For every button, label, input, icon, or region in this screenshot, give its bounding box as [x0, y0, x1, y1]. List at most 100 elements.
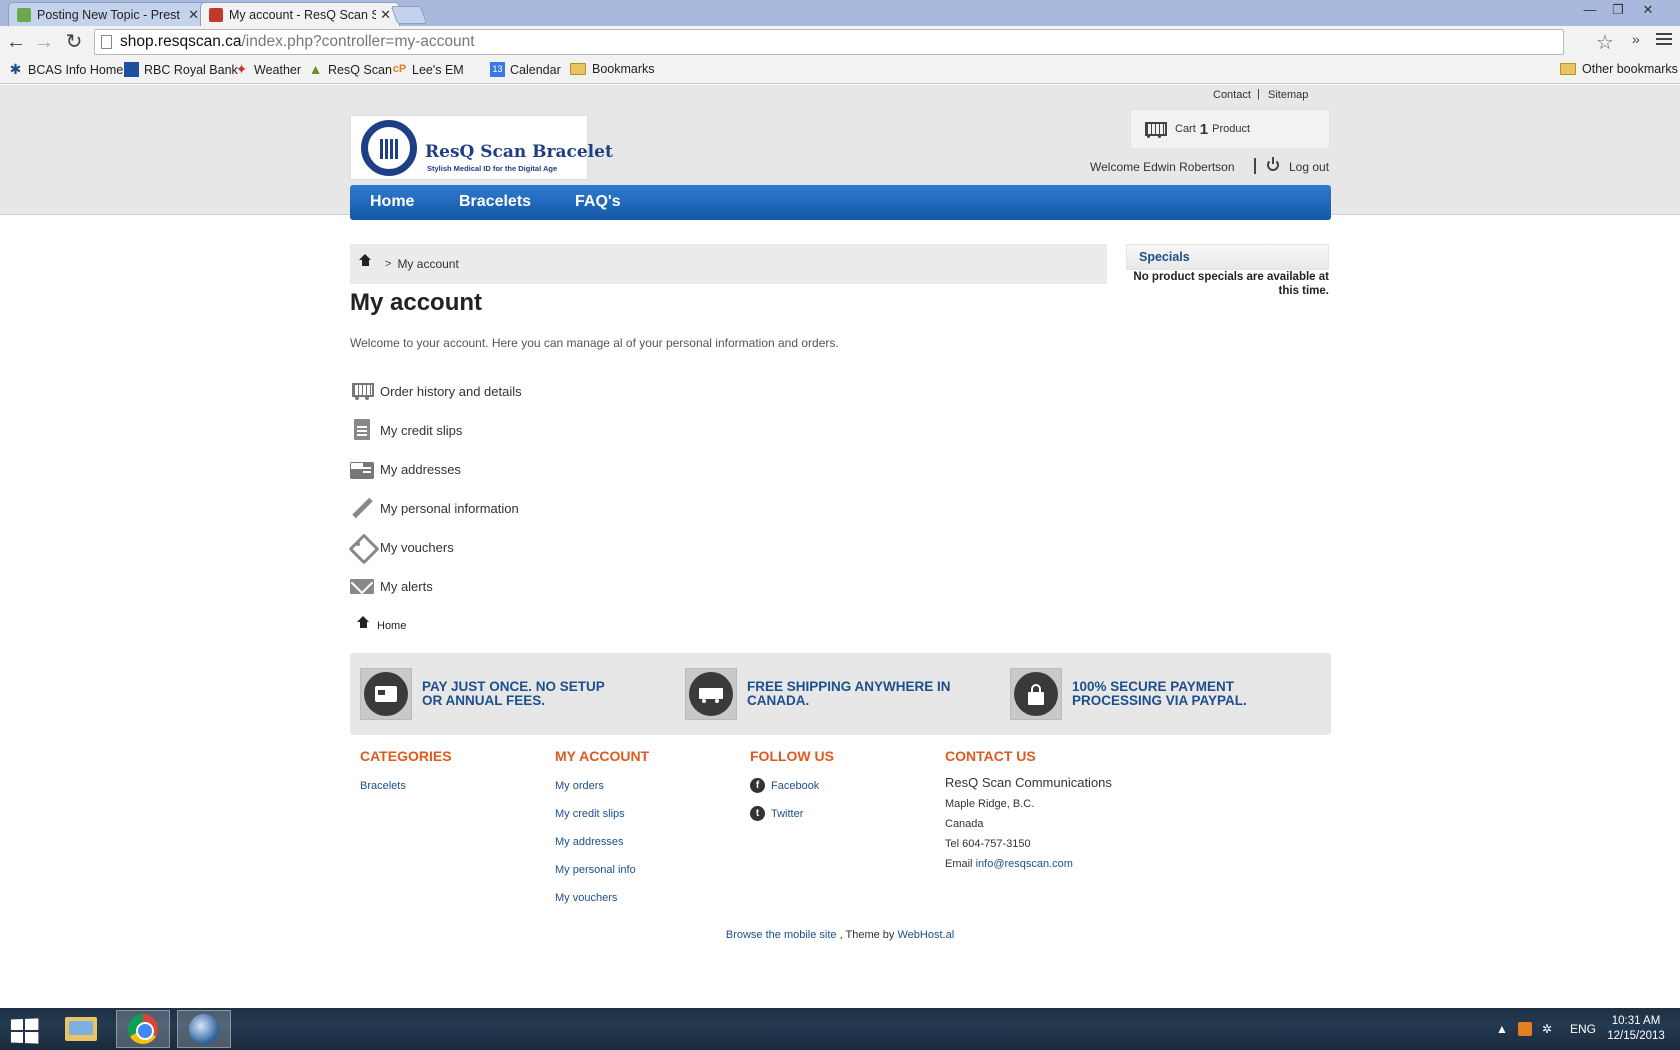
bookmark-lees-em[interactable]: cP Lee's EM	[392, 62, 464, 77]
nav-faqs[interactable]: FAQ's	[575, 193, 621, 211]
alerts-link[interactable]: My alerts	[350, 574, 433, 598]
tab-title: My account - ResQ Scan S	[229, 7, 377, 22]
contact-city: Maple Ridge, B.C.	[945, 798, 1035, 810]
browser-menu-icon[interactable]	[1656, 33, 1672, 48]
input-language[interactable]: ENG	[1570, 1022, 1596, 1036]
mobile-site-link[interactable]: Browse the mobile site	[726, 929, 837, 941]
bookmark-resq-scan[interactable]: ▲ ResQ Scan	[308, 62, 392, 77]
footer-bottom-line: Browse the mobile site , Theme by WebHos…	[0, 929, 1680, 941]
footer-link-addresses[interactable]: My addresses	[555, 836, 623, 848]
thunderbird-taskbar-button[interactable]	[177, 1010, 231, 1048]
account-item-label: My alerts	[380, 578, 433, 594]
cart-unit: Product	[1212, 123, 1251, 135]
bookmark-label: BCAS Info Home	[28, 62, 124, 77]
pencil-icon	[350, 497, 374, 519]
footer-categories-title: CATEGORIES	[360, 748, 452, 764]
twitter-link[interactable]: t Twitter	[750, 806, 803, 821]
personal-information-link[interactable]: My personal information	[350, 496, 519, 520]
new-tab-button[interactable]	[390, 6, 428, 24]
contact-link[interactable]: Contact	[1213, 89, 1251, 101]
bookmark-label: Calendar	[510, 62, 561, 77]
windows-taskbar: ▲ ✲ ENG 10:31 AM 12/15/2013	[0, 1008, 1680, 1050]
extensions-chevron-icon[interactable]: »	[1632, 31, 1640, 47]
contact-country: Canada	[945, 818, 984, 830]
footer-link-bracelets[interactable]: Bracelets	[360, 780, 406, 792]
header-divider	[1254, 158, 1256, 174]
site-logo[interactable]: ResQ Scan Bracelet Stylish Medical ID fo…	[350, 115, 613, 180]
facebook-link[interactable]: f Facebook	[750, 778, 819, 793]
address-bar[interactable]: shop.resqscan.ca/index.php?controller=my…	[94, 29, 1564, 55]
minimize-window-icon[interactable]: —	[1578, 2, 1602, 20]
close-tab-icon[interactable]: ✕	[380, 7, 391, 23]
order-history-link[interactable]: Order history and details	[350, 379, 522, 403]
vouchers-link[interactable]: My vouchers	[350, 535, 454, 559]
specials-message-line: No product specials are available at	[1133, 271, 1329, 283]
back-home-label: Home	[377, 620, 407, 632]
tab-posting-new-topic[interactable]: Posting New Topic - Prest ✕	[8, 2, 208, 26]
account-item-label: My addresses	[380, 461, 461, 477]
theme-by-text: , Theme by	[839, 929, 895, 941]
addresses-link[interactable]: My addresses	[350, 457, 461, 481]
facebook-icon: f	[750, 778, 765, 793]
account-item-label: My vouchers	[380, 539, 454, 555]
star-of-life-icon: ✱	[9, 61, 22, 77]
tab-my-account[interactable]: My account - ResQ Scan S ✕	[200, 2, 400, 26]
power-icon[interactable]	[1267, 157, 1279, 171]
document-icon	[350, 419, 374, 441]
footer-link-credit-slips[interactable]: My credit slips	[555, 808, 625, 820]
credit-card-icon	[360, 668, 412, 720]
home-icon[interactable]	[359, 254, 371, 269]
reassurance-band: PAY JUST ONCE. NO SETUP OR ANNUAL FEES. F…	[350, 653, 1331, 735]
chrome-taskbar-button[interactable]	[116, 1010, 170, 1048]
show-hidden-icons-icon[interactable]: ▲	[1496, 1022, 1508, 1036]
footer-link-personal-info[interactable]: My personal info	[555, 864, 636, 876]
bookmark-calendar[interactable]: 13 Calendar	[490, 62, 561, 77]
account-item-label: My personal information	[380, 500, 519, 516]
bookmark-weather[interactable]: ✦ Weather	[234, 62, 301, 77]
cpanel-icon: cP	[392, 63, 407, 75]
shopping-cart-icon	[1141, 118, 1167, 140]
reassurance-line: OR ANNUAL FEES.	[422, 693, 546, 708]
back-arrow-icon[interactable]: ←	[4, 31, 28, 53]
nav-bracelets[interactable]: Bracelets	[459, 193, 531, 211]
footer-account-title[interactable]: MY ACCOUNT	[555, 748, 649, 764]
reload-icon[interactable]: ↻	[62, 31, 86, 53]
tray-app-icon[interactable]	[1518, 1022, 1532, 1036]
truck-icon	[685, 668, 737, 720]
forward-arrow-icon[interactable]: →	[32, 31, 56, 53]
back-home-link[interactable]: Home	[357, 616, 407, 632]
bookmark-rbc-royal-bank[interactable]: RBC Royal Bank	[124, 62, 238, 77]
restore-window-icon[interactable]: ❐	[1606, 2, 1630, 20]
cart-summary[interactable]: Cart 1 Product	[1130, 109, 1330, 149]
twitter-icon: t	[750, 806, 765, 821]
cart-icon	[350, 380, 374, 402]
close-tab-icon[interactable]: ✕	[188, 7, 199, 23]
bookmark-bcas-info-home[interactable]: ✱ BCAS Info Home	[8, 61, 124, 77]
contact-email-link[interactable]: info@resqscan.com	[976, 858, 1073, 870]
network-icon[interactable]: ✲	[1542, 1022, 1552, 1036]
footer-link-vouchers[interactable]: My vouchers	[555, 892, 617, 904]
close-window-icon[interactable]: ✕	[1636, 2, 1660, 20]
footer-follow-title: FOLLOW US	[750, 748, 834, 764]
system-clock[interactable]: 10:31 AM 12/15/2013	[1600, 1014, 1672, 1044]
bookmark-label: Bookmarks	[592, 62, 655, 76]
file-explorer-taskbar-button[interactable]	[54, 1010, 108, 1048]
bookmark-folder-bookmarks[interactable]: Bookmarks	[570, 62, 655, 76]
contact-company: ResQ Scan Communications	[945, 775, 1112, 790]
windows-start-icon[interactable]	[10, 1018, 39, 1044]
reassurance-shipping: FREE SHIPPING ANYWHERE IN CANADA.	[685, 668, 951, 720]
logout-link[interactable]: Log out	[1289, 160, 1329, 174]
rbc-icon	[124, 62, 139, 77]
theme-author-link[interactable]: WebHost.al	[897, 929, 954, 941]
credit-slips-link[interactable]: My credit slips	[350, 418, 462, 442]
header-link-separator: |	[1257, 88, 1260, 100]
nav-home[interactable]: Home	[370, 193, 414, 211]
specials-title[interactable]: Specials	[1126, 244, 1329, 270]
bookmark-label: RBC Royal Bank	[144, 62, 238, 77]
browser-tab-bar: Posting New Topic - Prest ✕ My account -…	[0, 0, 1680, 26]
footer-link-my-orders[interactable]: My orders	[555, 780, 604, 792]
bookmark-folder-other[interactable]: Other bookmarks	[1560, 62, 1678, 76]
bookmarks-bar: ✱ BCAS Info Home RBC Royal Bank ✦ Weather …	[0, 58, 1680, 84]
bookmark-star-icon[interactable]: ☆	[1596, 30, 1614, 55]
sitemap-link[interactable]: Sitemap	[1268, 89, 1308, 101]
